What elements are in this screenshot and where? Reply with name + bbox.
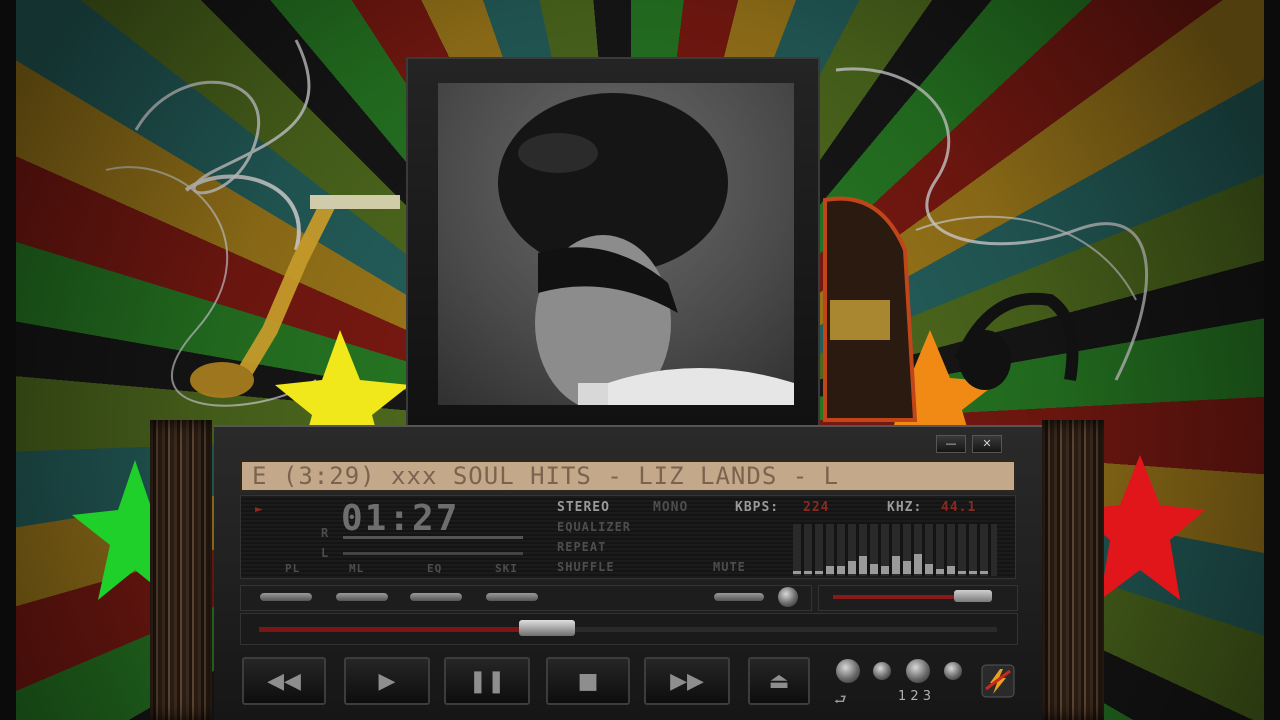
mute-status[interactable]: MUTE <box>713 560 746 574</box>
repeat-status[interactable]: REPEAT <box>557 540 606 554</box>
spectrum-bar <box>804 571 812 574</box>
mono-indicator: MONO <box>653 500 689 515</box>
eject-button[interactable]: ⏏ <box>748 657 810 705</box>
toggle-ml[interactable]: ML <box>349 562 364 575</box>
spectrum-bar <box>958 571 966 574</box>
spectrum-bar <box>903 561 911 574</box>
song-title-marquee: E (3:29) xxx SOUL HITS - LIZ LANDS - L <box>240 460 1016 492</box>
close-button[interactable]: ✕ <box>972 435 1002 453</box>
option-knob-4[interactable] <box>944 662 962 680</box>
play-button[interactable]: ▶ <box>344 657 430 705</box>
play-indicator-icon: ► <box>255 502 264 517</box>
khz-label: KHZ: <box>887 500 923 515</box>
spectrum-bar <box>914 554 922 574</box>
stereo-indicator: STEREO <box>557 500 610 515</box>
level-meter-left <box>343 552 523 555</box>
volume-track[interactable] <box>818 585 1018 611</box>
headphones-icon <box>954 292 1079 390</box>
kbps-value: 224 <box>803 500 830 515</box>
stop-button[interactable]: ■ <box>546 657 630 705</box>
spectrum-bar <box>947 566 955 574</box>
spectrum-bar <box>936 569 944 574</box>
spectrum-bar <box>848 561 856 574</box>
marquee-text: E (3:29) xxx SOUL HITS - LIZ LANDS - L <box>252 462 840 490</box>
stop-icon: ■ <box>577 668 599 694</box>
level-meter-right <box>343 536 523 539</box>
mini-button-1[interactable] <box>260 593 312 601</box>
right-wood-panel <box>1042 420 1104 720</box>
seek-progress <box>259 627 547 632</box>
toggle-pl[interactable]: PL <box>285 562 300 575</box>
kbps-label: KBPS: <box>735 500 780 515</box>
lightning-logo-icon[interactable] <box>980 663 1016 699</box>
balance-slider[interactable] <box>714 593 764 601</box>
option-knob-3[interactable] <box>906 659 930 683</box>
minimize-button[interactable]: — <box>936 435 966 453</box>
spectrum-bar <box>925 564 933 574</box>
previous-icon: ◀◀ <box>267 668 301 694</box>
info-display: ► 01:27 R L PL ML EQ SKI STEREO MONO EQU… <box>240 495 1016 579</box>
volume-thumb[interactable] <box>953 590 992 602</box>
saxophone-icon <box>190 195 400 398</box>
spectrum-bar <box>870 564 878 574</box>
spectrum-bar <box>892 556 900 574</box>
spectrum-bar <box>826 566 834 574</box>
jukebox-icon <box>823 196 918 422</box>
toggle-ski[interactable]: SKI <box>495 562 518 575</box>
album-cover-image <box>438 83 794 405</box>
spectrum-bar <box>815 571 823 574</box>
repeat-arrow-icon[interactable]: ⮐ <box>834 689 847 713</box>
left-wood-panel <box>150 420 212 720</box>
pause-icon: ❚❚ <box>468 668 506 694</box>
equalizer-status: EQUALIZER <box>557 520 632 534</box>
album-cover-frame <box>406 57 820 427</box>
seek-thumb[interactable] <box>518 620 575 636</box>
mini-button-4[interactable] <box>486 593 538 601</box>
spectrum-bar <box>980 571 988 574</box>
spectrum-bar <box>881 566 889 574</box>
spectrum-bar <box>837 566 845 574</box>
eject-icon: ⏏ <box>768 668 790 694</box>
next-button[interactable]: ▶▶ <box>644 657 730 705</box>
option-knob-1[interactable] <box>836 659 860 683</box>
elapsed-time: 01:27 <box>341 498 460 539</box>
balance-right-label: R <box>321 526 330 540</box>
shuffle-status[interactable]: SHUFFLE <box>557 560 615 574</box>
spectrum-bar <box>793 571 801 574</box>
spectrum-bar <box>859 556 867 574</box>
seek-bar[interactable] <box>240 613 1018 645</box>
spectrum-analyzer <box>793 524 997 576</box>
pause-button[interactable]: ❚❚ <box>444 657 530 705</box>
mini-button-3[interactable] <box>410 593 462 601</box>
khz-value: 44.1 <box>941 500 977 515</box>
previous-button[interactable]: ◀◀ <box>242 657 326 705</box>
mini-button-2[interactable] <box>336 593 388 601</box>
option-knob-2[interactable] <box>873 662 891 680</box>
balance-knob[interactable] <box>778 587 798 607</box>
toggle-eq[interactable]: EQ <box>427 562 442 575</box>
media-player-window: — ✕ E (3:29) xxx SOUL HITS - LIZ LANDS -… <box>214 425 1042 720</box>
play-icon: ▶ <box>378 668 396 694</box>
spectrum-bar <box>969 571 977 574</box>
balance-left-label: L <box>321 546 330 560</box>
next-icon: ▶▶ <box>670 668 704 694</box>
counter-label: 1 2 3 <box>898 689 932 704</box>
